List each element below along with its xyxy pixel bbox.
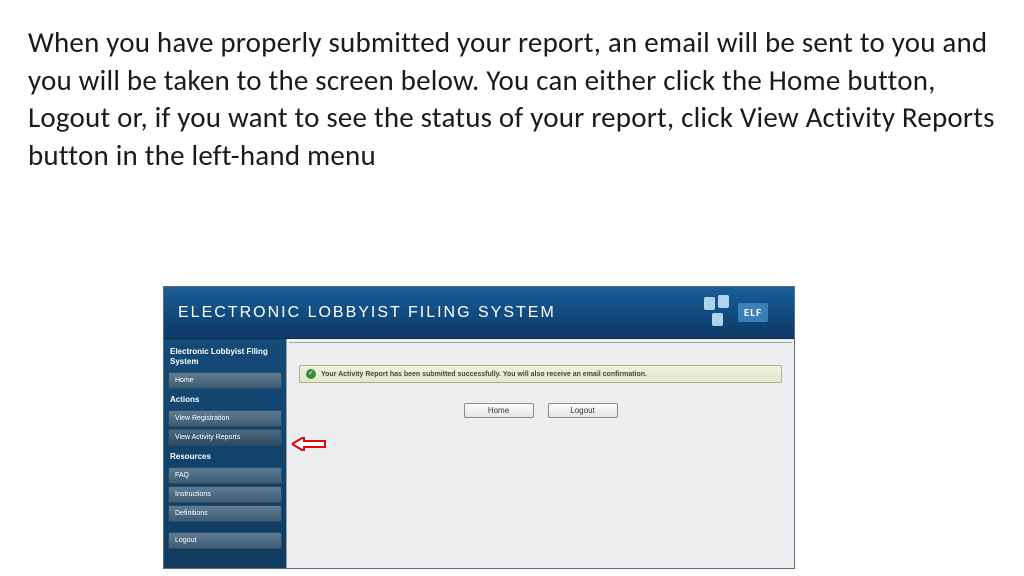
instruction-text: When you have properly submitted your re… <box>0 0 1024 187</box>
main-panel: Your Activity Report has been submitted … <box>286 339 794 568</box>
sidebar-section-system: Electronic Lobbyist Filing System <box>168 343 282 370</box>
sidebar-item-home[interactable]: Home <box>168 372 282 389</box>
success-message: Your Activity Report has been submitted … <box>321 371 647 378</box>
sidebar-section-actions: Actions <box>168 391 282 408</box>
sidebar-item-faq[interactable]: FAQ <box>168 467 282 484</box>
elf-logo-text: ELF <box>738 303 768 322</box>
sidebar-item-view-registration[interactable]: View Registration <box>168 410 282 427</box>
sidebar-item-logout[interactable]: Logout <box>168 532 282 549</box>
success-notification: Your Activity Report has been submitted … <box>299 365 782 383</box>
application-screenshot: ELECTRONIC LOBBYIST FILING SYSTEM ELF El… <box>163 286 795 569</box>
callout-arrow-icon <box>292 437 326 451</box>
sidebar-section-resources: Resources <box>168 448 282 465</box>
app-header: ELECTRONIC LOBBYIST FILING SYSTEM ELF <box>164 287 794 339</box>
elf-logo-icon <box>704 295 736 329</box>
home-button[interactable]: Home <box>464 403 534 418</box>
elf-logo: ELF <box>704 295 768 329</box>
check-circle-icon <box>306 369 316 379</box>
sidebar-item-definitions[interactable]: Definitions <box>168 505 282 522</box>
sidebar: Electronic Lobbyist Filing System Home A… <box>164 339 286 568</box>
app-title: ELECTRONIC LOBBYIST FILING SYSTEM <box>178 304 556 322</box>
logout-button[interactable]: Logout <box>548 403 618 418</box>
sidebar-item-instructions[interactable]: Instructions <box>168 486 282 503</box>
sidebar-item-view-activity-reports[interactable]: View Activity Reports <box>168 429 282 446</box>
